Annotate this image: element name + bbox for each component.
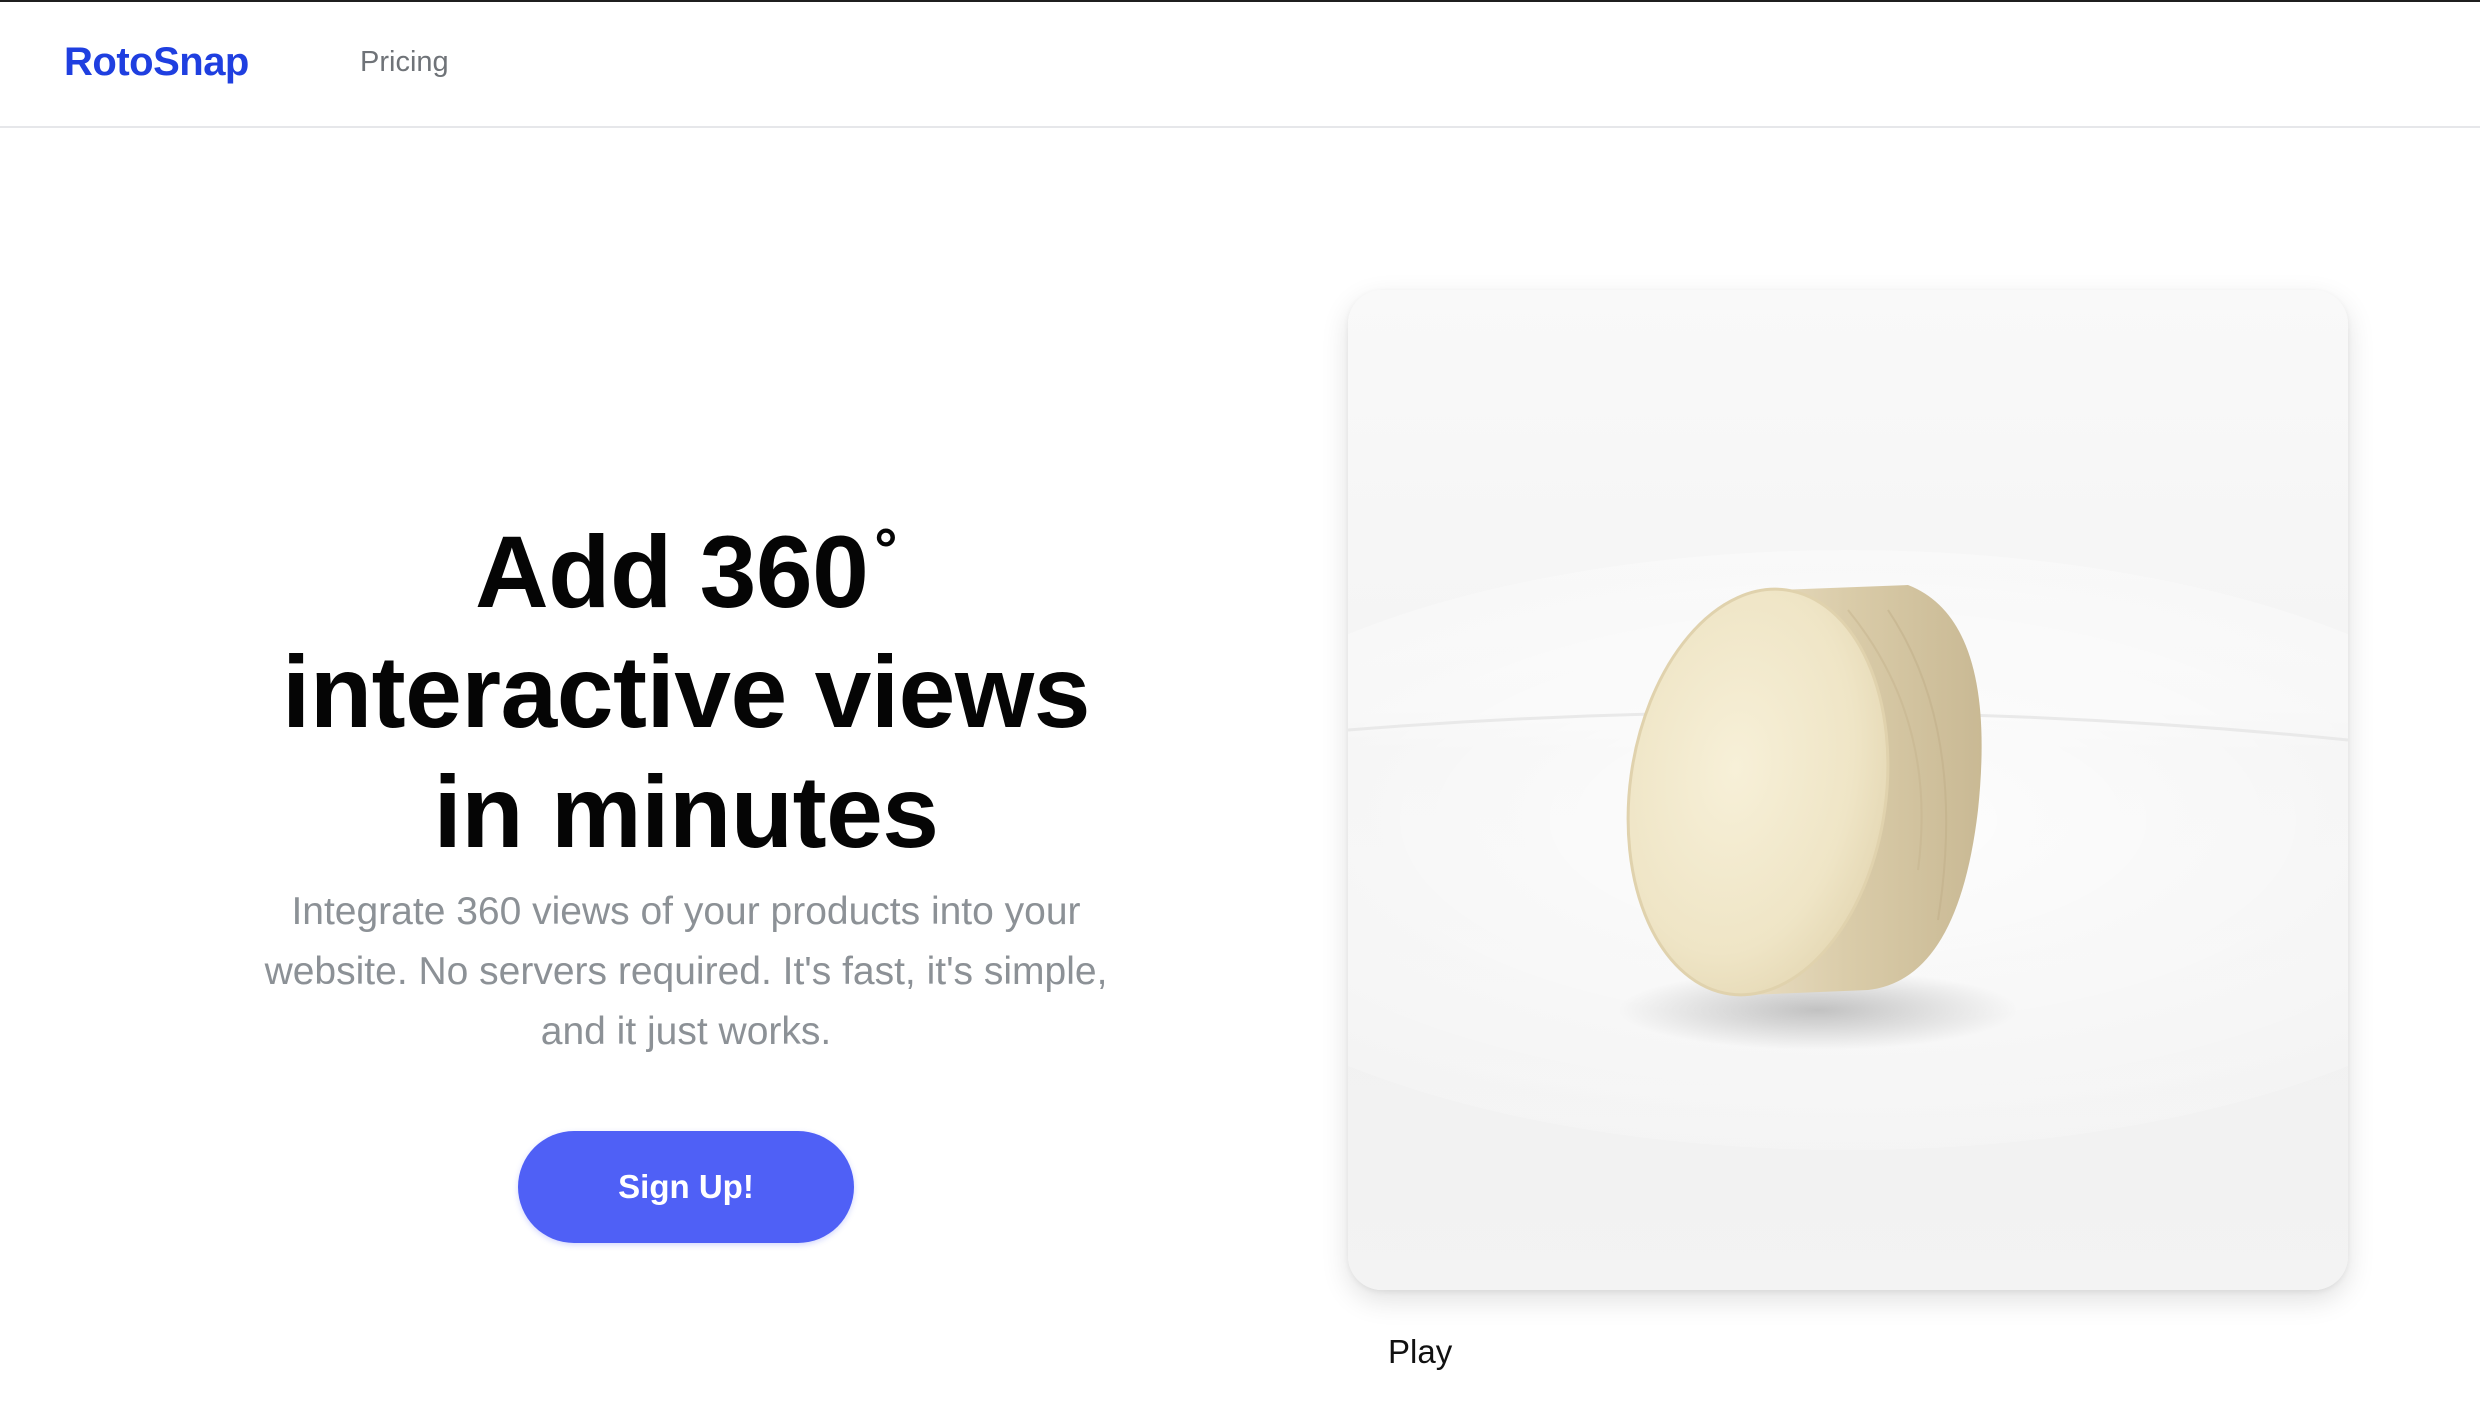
hero-title-line-1: Add 360 ° bbox=[186, 490, 1186, 632]
hero-title-text: Add 360 bbox=[475, 515, 869, 629]
hero-subtitle-line-2: website. No servers required. It's fast,… bbox=[264, 950, 1108, 993]
cylindrical-wheel-product-photo bbox=[1348, 290, 2348, 1290]
hero-title-line-2: interactive views bbox=[282, 635, 1090, 749]
hero-title: Add 360 ° interactive views in minutes bbox=[186, 490, 1186, 872]
sign-up-button[interactable]: Sign Up! bbox=[518, 1131, 854, 1243]
hero-subtitle-line-1: Integrate 360 views of your products int… bbox=[291, 890, 1081, 933]
hero-subtitle-line-3: and it just works. bbox=[540, 1010, 832, 1053]
hero-section: Add 360 ° interactive views in minutes In… bbox=[0, 0, 1372, 1416]
hero-subtitle: Integrate 360 views of your products int… bbox=[186, 882, 1186, 1062]
hero-title-line-3: in minutes bbox=[433, 755, 939, 869]
play-button[interactable]: Play bbox=[1388, 1328, 1452, 1376]
product-360-viewer[interactable] bbox=[1348, 290, 2348, 1290]
degree-symbol: ° bbox=[874, 517, 897, 582]
